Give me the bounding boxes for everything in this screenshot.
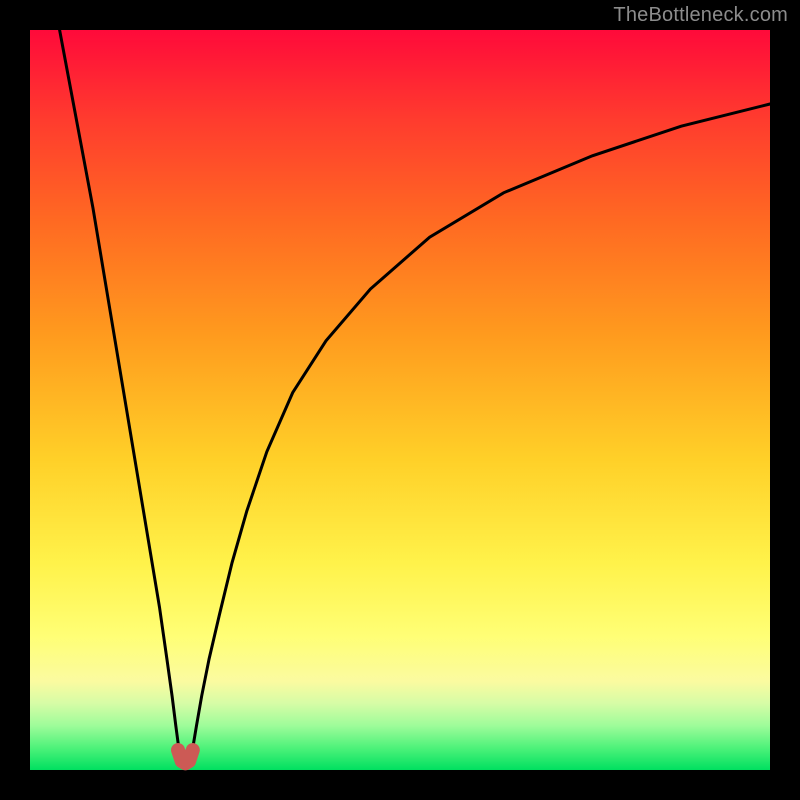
plot-area [30, 30, 770, 770]
curve-left-branch [60, 30, 181, 759]
watermark-label: TheBottleneck.com [613, 4, 788, 27]
chart-frame: TheBottleneck.com [0, 0, 800, 800]
curve-right-branch [190, 104, 770, 759]
bottleneck-curve [30, 30, 770, 770]
min-marker [178, 750, 193, 763]
